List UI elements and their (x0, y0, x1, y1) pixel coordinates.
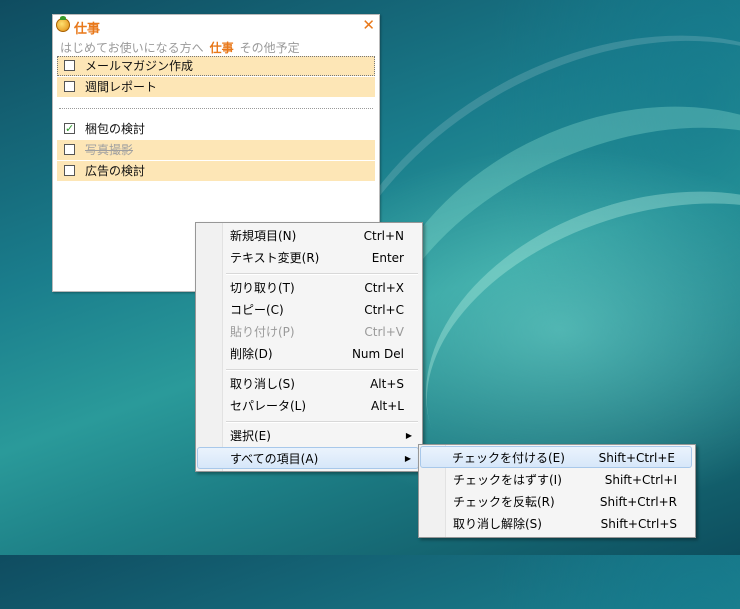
tab-other-plans[interactable]: その他予定 (240, 41, 300, 55)
menu-item-delete[interactable]: 削除(D) Num Del (198, 343, 420, 365)
submenu-item-check-all[interactable]: チェックを付ける(E) Shift+Ctrl+E (420, 446, 692, 468)
checkbox-checked[interactable] (64, 119, 75, 139)
task-item[interactable]: 梱包の検討 (57, 119, 375, 139)
menu-item-label: 貼り付け(P) (230, 325, 295, 339)
task-item[interactable]: 写真撮影 (57, 140, 375, 160)
menu-item-label: テキスト変更(R) (230, 251, 320, 265)
checkbox[interactable] (64, 144, 75, 155)
menu-item-label: コピー(C) (230, 303, 284, 317)
menu-item-copy[interactable]: コピー(C) Ctrl+C (198, 299, 420, 321)
context-menu: 新規項目(N) Ctrl+N テキスト変更(R) Enter 切り取り(T) C… (195, 222, 423, 472)
menu-item-paste[interactable]: 貼り付け(P) Ctrl+V (198, 321, 420, 343)
menu-item-shortcut: Shift+Ctrl+I (604, 473, 677, 487)
menu-item-undo[interactable]: 取り消し(S) Alt+S (198, 373, 420, 395)
submenu-item-invert-check[interactable]: チェックを反転(R) Shift+Ctrl+R (421, 491, 693, 513)
submenu-item-undo-cancel[interactable]: 取り消し解除(S) Shift+Ctrl+S (421, 513, 693, 535)
checkbox[interactable] (64, 81, 75, 92)
menu-item-label: 切り取り(T) (230, 281, 295, 295)
menu-item-all-items[interactable]: すべての項目(A) ▶ (197, 447, 419, 469)
checkbox[interactable] (64, 165, 75, 176)
menu-item-new[interactable]: 新規項目(N) Ctrl+N (198, 225, 420, 247)
menu-item-shortcut: Num Del (351, 347, 404, 361)
menu-item-label: 取り消し解除(S) (453, 517, 542, 531)
task-label: メールマガジン作成 (85, 59, 194, 73)
menu-item-label: 新規項目(N) (230, 229, 297, 243)
title-bar[interactable]: 仕事 ✕ (53, 15, 379, 37)
menu-separator (226, 273, 418, 275)
task-label: 週間レポート (85, 80, 158, 94)
menu-item-label: すべての項目(A) (230, 452, 319, 466)
tab-bar: はじめてお使いになる方へ 仕事 その他予定 (60, 39, 306, 56)
task-item[interactable]: メールマガジン作成 (57, 56, 375, 76)
menu-item-shortcut: Ctrl+C (364, 303, 404, 317)
checkbox[interactable] (64, 60, 75, 71)
menu-item-label: 削除(D) (230, 347, 273, 361)
task-label: 写真撮影 (85, 143, 134, 157)
menu-item-shortcut: Alt+L (371, 399, 404, 413)
menu-item-label: 取り消し(S) (230, 377, 295, 391)
submenu-item-uncheck-all[interactable]: チェックをはずす(I) Shift+Ctrl+I (421, 469, 693, 491)
menu-item-shortcut: Enter (371, 251, 404, 265)
menu-item-label: セパレータ(L) (230, 399, 307, 413)
fruit-app-icon (56, 16, 70, 32)
menu-item-shortcut: Ctrl+V (364, 325, 404, 339)
menu-item-shortcut: Alt+S (370, 377, 404, 391)
menu-item-shortcut: Ctrl+N (363, 229, 404, 243)
separator-line (59, 108, 373, 109)
submenu-arrow-icon: ▶ (405, 431, 412, 440)
menu-item-shortcut: Shift+Ctrl+S (600, 517, 677, 531)
submenu: チェックを付ける(E) Shift+Ctrl+E チェックをはずす(I) Shi… (418, 444, 696, 538)
menu-item-label: チェックをはずす(I) (453, 473, 562, 487)
task-item[interactable]: 広告の検討 (57, 161, 375, 181)
menu-item-separator[interactable]: セパレータ(L) Alt+L (198, 395, 420, 417)
menu-separator (226, 421, 418, 423)
close-icon[interactable]: ✕ (362, 16, 375, 34)
submenu-arrow-icon: ▶ (404, 454, 411, 463)
window-title: 仕事 (74, 22, 101, 37)
menu-item-rename[interactable]: テキスト変更(R) Enter (198, 247, 420, 269)
tab-work[interactable]: 仕事 (210, 41, 234, 55)
task-label: 梱包の検討 (85, 122, 146, 136)
menu-item-label: チェックを付ける(E) (452, 451, 565, 465)
tab-getting-started[interactable]: はじめてお使いになる方へ (60, 41, 204, 55)
menu-item-cut[interactable]: 切り取り(T) Ctrl+X (198, 277, 420, 299)
menu-item-select[interactable]: 選択(E) ▶ (198, 425, 420, 447)
menu-item-shortcut: Shift+Ctrl+E (598, 451, 675, 465)
task-item[interactable]: 週間レポート (57, 77, 375, 97)
menu-item-shortcut: Ctrl+X (364, 281, 404, 295)
task-label: 広告の検討 (85, 164, 146, 178)
menu-item-label: 選択(E) (230, 429, 271, 443)
menu-separator (226, 369, 418, 371)
menu-item-shortcut: Shift+Ctrl+R (599, 495, 677, 509)
menu-item-label: チェックを反転(R) (453, 495, 555, 509)
